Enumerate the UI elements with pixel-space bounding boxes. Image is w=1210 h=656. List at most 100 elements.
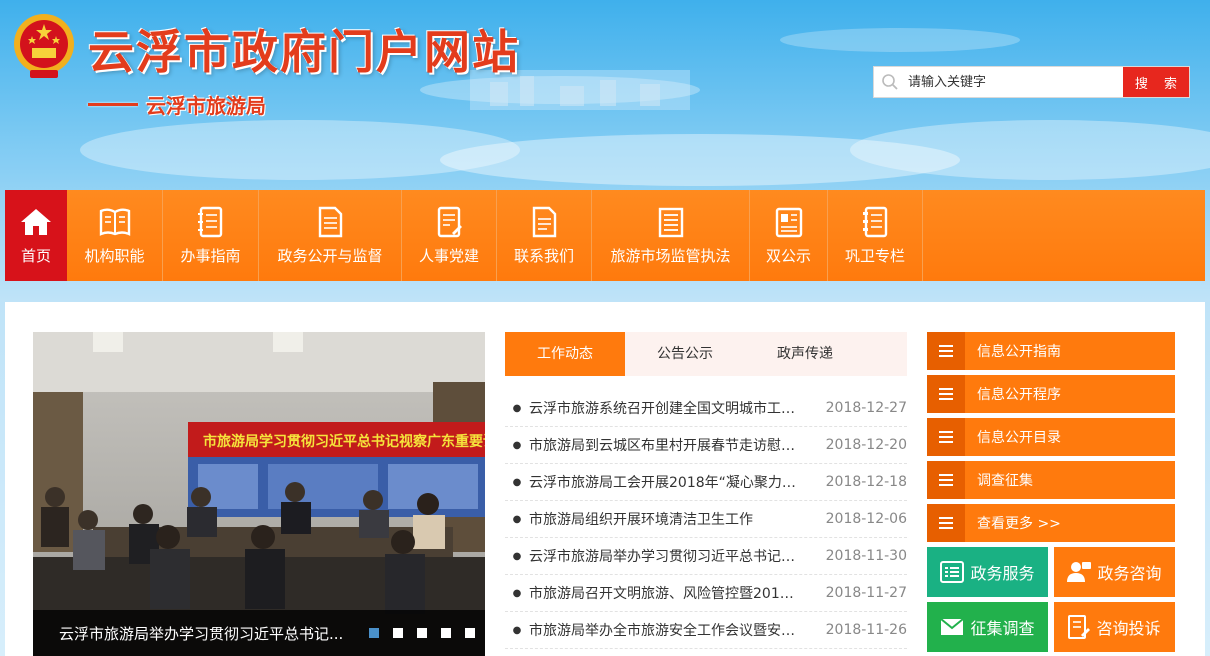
info-link-more[interactable]: 查看更多 >>: [927, 504, 1175, 542]
menu-icon: [927, 461, 965, 499]
tab-work-updates[interactable]: 工作动态: [505, 332, 625, 376]
bullet-icon: ●: [512, 439, 522, 451]
nav-item-personnel[interactable]: 人事党建: [402, 190, 497, 281]
info-link-catalog[interactable]: 信息公开目录: [927, 418, 1175, 456]
nav-label: 旅游市场监管执法: [610, 247, 731, 265]
bullet-icon: ●: [512, 624, 522, 636]
bullet-icon: ●: [512, 513, 522, 525]
slide-dot-3[interactable]: [417, 628, 427, 638]
list-icon: [940, 561, 965, 583]
nav-item-public-affairs[interactable]: 政务公开与监督: [259, 190, 402, 281]
info-link-label: 查看更多 >>: [977, 516, 1061, 532]
bullet-icon: ●: [512, 476, 522, 488]
nav-filler: [923, 190, 1205, 281]
menu-icon: [927, 418, 965, 456]
news-date: 2018-11-30: [825, 548, 907, 564]
gov-consult-button[interactable]: 政务咨询: [1054, 547, 1175, 597]
news-title[interactable]: 云浮市旅游局举办学习贯彻习近平总书记重要讲话: [529, 546, 799, 566]
main-nav: 首页 机构职能 办事指南 政务公开与监督 人事党建 联系我们 旅游市场监管执法 …: [5, 190, 1205, 281]
photo-slider[interactable]: 市旅游局学习贯彻习近平总书记视察广东重要讲话精神专题宣讲会 云浮市旅游局举办学习…: [33, 332, 485, 656]
nav-item-guide[interactable]: 办事指南: [163, 190, 259, 281]
slide-dots: [369, 628, 475, 638]
news-date: 2018-12-27: [825, 400, 907, 416]
nav-item-sanitation-column[interactable]: 巩卫专栏: [828, 190, 923, 281]
nav-item-market-supervision[interactable]: 旅游市场监管执法: [592, 190, 750, 281]
survey-button[interactable]: 征集调查: [927, 602, 1048, 652]
slide-dot-4[interactable]: [441, 628, 451, 638]
slide-caption-bar: 云浮市旅游局举办学习贯彻习近平总书记...: [33, 610, 485, 656]
home-icon: [21, 209, 51, 235]
slide-banner-text: 市旅游局学习贯彻习近平总书记视察广东重要讲话精神专题宣讲会: [203, 433, 485, 450]
list-document-icon: [658, 207, 683, 238]
info-link-survey[interactable]: 调查征集: [927, 461, 1175, 499]
news-title[interactable]: 云浮市旅游局工会开展2018年“凝心聚力”活动: [529, 472, 799, 492]
slide-photo: 市旅游局学习贯彻习近平总书记视察广东重要讲话精神专题宣讲会: [33, 332, 485, 656]
nav-label: 首页: [20, 247, 51, 265]
news-item[interactable]: ● 市旅游局举办全市旅游安全工作会议暨安全培训 2018-11-26: [505, 612, 907, 649]
news-date: 2018-11-27: [825, 585, 907, 601]
search-input[interactable]: [906, 67, 1123, 97]
service-label: 政务咨询: [1097, 564, 1162, 583]
info-link-label: 信息公开指南: [977, 344, 1061, 360]
nav-item-home[interactable]: 首页: [5, 190, 67, 281]
news-list: ● 云浮市旅游系统召开创建全国文明城市工作会议 2018-12-27 ● 市旅游…: [505, 390, 907, 649]
info-link-guide[interactable]: 信息公开指南: [927, 332, 1175, 370]
nav-item-agency[interactable]: 机构职能: [67, 190, 163, 281]
nav-label: 办事指南: [180, 247, 241, 265]
gov-service-button[interactable]: 政务服务: [927, 547, 1048, 597]
search-button[interactable]: 搜 索: [1123, 67, 1189, 97]
complaint-icon: [1068, 615, 1091, 639]
sub-title-text: 云浮市旅游局: [146, 94, 266, 118]
bullet-icon: ●: [512, 402, 522, 414]
news-title[interactable]: 市旅游局组织开展环境清洁卫生工作: [529, 509, 799, 529]
nav-label: 双公示: [765, 247, 811, 265]
main-content: 市旅游局学习贯彻习近平总书记视察广东重要讲话精神专题宣讲会 云浮市旅游局举办学习…: [5, 302, 1205, 656]
right-column: 信息公开指南 信息公开程序 信息公开目录 调查征集 查看更多 >> 政务服务 政…: [927, 332, 1175, 652]
info-link-procedure[interactable]: 信息公开程序: [927, 375, 1175, 413]
tab-government-voice[interactable]: 政声传递: [745, 332, 865, 376]
news-date: 2018-12-06: [825, 511, 907, 527]
slide-dot-1[interactable]: [369, 628, 379, 638]
news-date: 2018-11-26: [825, 622, 907, 638]
notebook-icon: [197, 206, 222, 238]
menu-icon: [927, 504, 965, 542]
info-link-label: 信息公开程序: [977, 387, 1061, 403]
complaint-button[interactable]: 咨询投诉: [1054, 602, 1175, 652]
bullet-icon: ●: [512, 550, 522, 562]
news-item[interactable]: ● 市旅游局到云城区布里村开展春节走访慰问活动 2018-12-20: [505, 427, 907, 464]
nav-item-contact[interactable]: 联系我们: [497, 190, 592, 281]
news-title[interactable]: 市旅游局举办全市旅游安全工作会议暨安全培训: [529, 620, 799, 640]
edit-document-icon: [437, 206, 462, 238]
id-card-icon: [775, 207, 802, 238]
service-label: 征集调查: [970, 619, 1035, 638]
nav-item-double-publicity[interactable]: 双公示: [750, 190, 828, 281]
mail-icon: [940, 618, 965, 635]
news-panel: 工作动态 公告公示 政声传递 ● 云浮市旅游系统召开创建全国文明城市工作会议 2…: [505, 332, 907, 649]
news-item[interactable]: ● 市旅游局组织开展环境清洁卫生工作 2018-12-06: [505, 501, 907, 538]
news-item[interactable]: ● 云浮市旅游局工会开展2018年“凝心聚力”活动 2018-12-18: [505, 464, 907, 501]
book-icon: [99, 208, 130, 236]
sub-title: 云浮市旅游局: [88, 90, 266, 119]
nav-label: 政务公开与监督: [277, 247, 383, 265]
nav-label: 人事党建: [418, 247, 479, 265]
contact-document-icon: [532, 206, 557, 238]
news-item[interactable]: ● 云浮市旅游局举办学习贯彻习近平总书记重要讲话 2018-11-30: [505, 538, 907, 575]
nav-label: 机构职能: [84, 247, 145, 265]
news-title[interactable]: 云浮市旅游系统召开创建全国文明城市工作会议: [529, 398, 799, 418]
site-title: 云浮市政府门户网站: [88, 25, 520, 79]
search-box: 搜 索: [873, 66, 1190, 98]
news-item[interactable]: ● 市旅游局召开文明旅游、风险管控暨2019年工作会 2018-11-27: [505, 575, 907, 612]
news-item[interactable]: ● 云浮市旅游系统召开创建全国文明城市工作会议 2018-12-27: [505, 390, 907, 427]
document-icon: [318, 206, 343, 238]
slide-dot-2[interactable]: [393, 628, 403, 638]
news-title[interactable]: 市旅游局召开文明旅游、风险管控暨2019年工作会: [529, 583, 799, 603]
bullet-icon: ●: [512, 587, 522, 599]
slide-dot-5[interactable]: [465, 628, 475, 638]
nav-label: 巩卫专栏: [844, 247, 905, 265]
service-grid: 政务服务 政务咨询 征集调查 咨询投诉: [927, 547, 1175, 652]
slide-caption[interactable]: 云浮市旅游局举办学习贯彻习近平总书记...: [33, 623, 363, 644]
news-title[interactable]: 市旅游局到云城区布里村开展春节走访慰问活动: [529, 435, 799, 455]
menu-icon: [927, 332, 965, 370]
ledger-icon: [863, 206, 888, 238]
tab-announcements[interactable]: 公告公示: [625, 332, 745, 376]
